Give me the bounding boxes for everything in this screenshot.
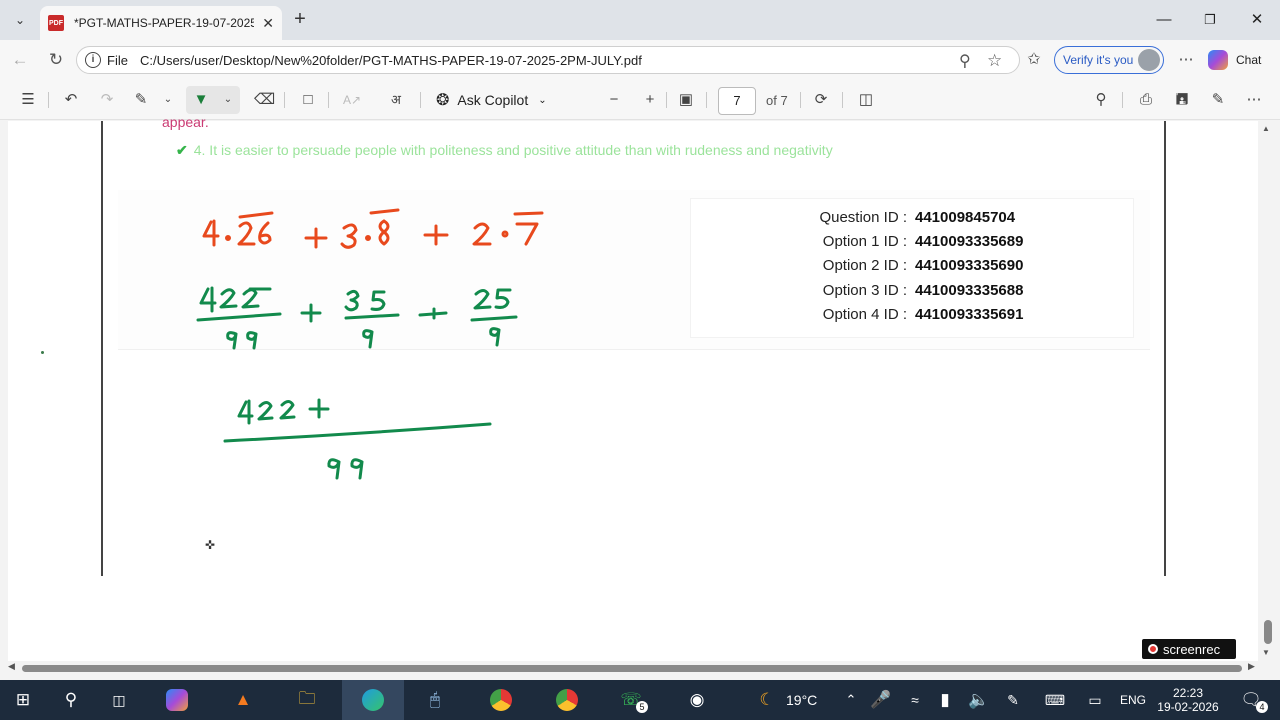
ink-stroke [223, 422, 492, 443]
weather-moon-icon[interactable]: ☾ [752, 685, 782, 715]
microphone-icon[interactable]: 🎤 [866, 685, 896, 715]
clock[interactable]: 22:23 19-02-2026 [1156, 680, 1220, 720]
ink-stroke [344, 313, 400, 320]
ink-stroke [340, 223, 358, 249]
scroll-up-arrow-icon[interactable]: ▲ [1262, 124, 1270, 133]
ink-stroke [513, 211, 544, 216]
ink-annotations [196, 208, 544, 480]
ink-stroke [489, 327, 501, 347]
clock-time: 22:23 [1172, 686, 1204, 700]
ink-stroke [241, 288, 260, 309]
whatsapp-badge: 5 [636, 701, 648, 713]
page-border-right [1164, 121, 1166, 576]
ink-stroke [246, 331, 258, 350]
wifi-icon[interactable]: ≈ [900, 685, 930, 715]
keyboard-icon[interactable]: ⌨ [1040, 685, 1070, 715]
ink-stroke [473, 289, 492, 310]
ink-stroke [494, 288, 512, 309]
file-explorer-icon[interactable]: 🗀 [292, 685, 322, 715]
scroll-down-arrow-icon[interactable]: ▼ [1262, 648, 1270, 657]
taskbar: ⊞ ⚲ ◫ ▲ 🗀 🖱 ☏ 5 ◉ ☾ 19°C ⌃ 🎤 ≈ ▮ 🔈 ✎ ⌨ ▭ … [0, 680, 1280, 720]
ink-stroke [279, 400, 296, 420]
show-hidden-icons-chevron-icon[interactable]: ⌃ [836, 685, 866, 715]
ink-dot [41, 351, 44, 354]
ink-stroke [470, 315, 518, 322]
ink-stroke [365, 235, 371, 241]
ink-stroke [199, 286, 217, 313]
obs-icon[interactable]: ◉ [682, 685, 712, 715]
ink-stroke [418, 307, 448, 320]
ink-stroke [258, 221, 272, 245]
ink-stroke [378, 219, 390, 246]
copilot-taskbar-icon[interactable] [162, 685, 192, 715]
chrome-profile-icon[interactable] [552, 685, 582, 715]
screenrec-watermark: screenrec [1142, 639, 1236, 659]
whatsapp-icon[interactable]: ☏ 5 [616, 685, 648, 715]
notification-badge: 4 [1256, 701, 1268, 713]
ink-stroke [369, 208, 400, 215]
pen-cursor-icon: ✜ [205, 538, 216, 552]
ink-stroke [308, 398, 330, 419]
taskbar-search-icon[interactable]: ⚲ [56, 685, 86, 715]
ink-stroke [219, 288, 238, 309]
horizontal-scrollbar-thumb[interactable] [22, 665, 1242, 672]
ink-stroke [327, 458, 341, 480]
ink-stroke [257, 401, 274, 421]
input-language[interactable]: ENG [1120, 680, 1146, 720]
vlc-icon[interactable]: ▲ [228, 685, 258, 715]
ink-stroke [344, 289, 360, 312]
weather-temp: 19°C [786, 692, 818, 708]
handwriting-sum [223, 398, 492, 480]
ink-stroke [472, 222, 492, 246]
notification-center-icon[interactable]: 🗨 4 [1236, 685, 1268, 715]
edge-taskbar-icon[interactable] [342, 680, 404, 720]
battery-icon[interactable]: ▮ [930, 685, 960, 715]
handwriting-fractions [196, 286, 518, 350]
ink-stroke [370, 290, 386, 311]
pen-menu-icon[interactable]: ✎ [998, 685, 1028, 715]
ink-stroke [350, 458, 364, 480]
page-border-left [101, 121, 103, 576]
record-dot-icon [1148, 644, 1158, 654]
screenrec-label: screenrec [1163, 641, 1221, 657]
ink-stroke [225, 235, 231, 241]
ink-stroke [304, 227, 328, 249]
ink-stroke [515, 222, 539, 246]
chrome-icon[interactable] [486, 685, 516, 715]
ink-stroke [226, 331, 238, 350]
display-icon[interactable]: ▭ [1080, 685, 1110, 715]
ink-stroke [362, 329, 374, 349]
ink-stroke [501, 230, 509, 238]
scroll-right-arrow-icon[interactable]: ▶ [1248, 661, 1255, 672]
ink-stroke [423, 224, 449, 246]
ink-stroke [238, 211, 274, 219]
ink-stroke [196, 312, 282, 322]
handwriting-line-1 [202, 208, 544, 249]
ink-stroke [237, 221, 256, 246]
task-view-icon[interactable]: ◫ [104, 685, 134, 715]
clock-date: 19-02-2026 [1157, 700, 1219, 714]
network-app-icon[interactable]: 🖱 [420, 685, 450, 715]
scroll-left-arrow-icon[interactable]: ◀ [8, 661, 15, 672]
volume-icon[interactable]: 🔈 [964, 685, 994, 715]
ink-stroke [202, 219, 220, 247]
ink-stroke [237, 399, 254, 425]
vertical-scrollbar-thumb[interactable] [1264, 620, 1272, 644]
ink-stroke [300, 303, 322, 323]
windows-start-icon[interactable]: ⊞ [8, 685, 38, 715]
